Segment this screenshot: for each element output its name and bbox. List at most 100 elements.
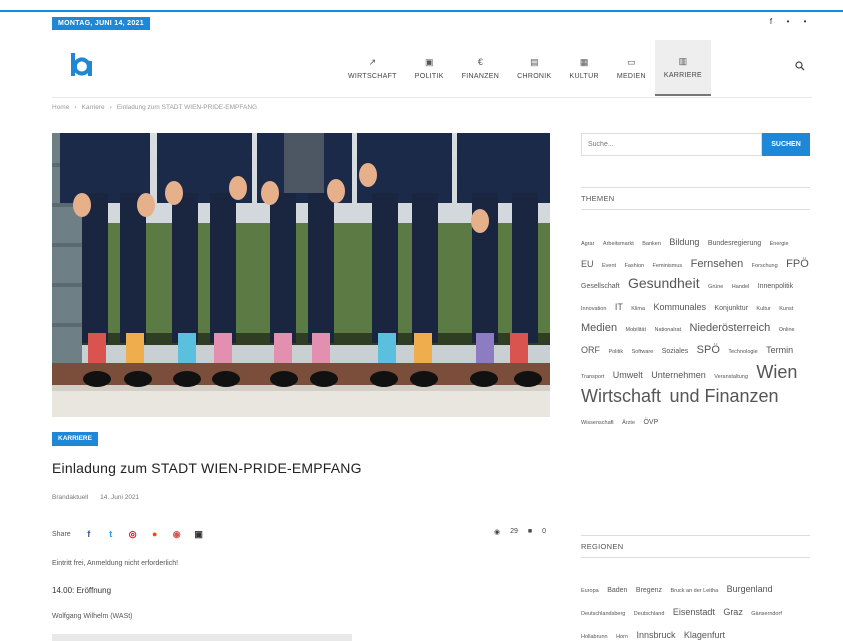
tag-link[interactable]: Agrar [581,241,594,247]
share-label: Share [52,530,71,538]
site-logo[interactable] [70,52,94,78]
tag-link[interactable]: Online [779,327,795,333]
nav-item-finanzen[interactable]: € FINANZEN [453,40,508,96]
facebook-share-icon[interactable]: f [83,528,95,540]
tag-link[interactable]: Technologie [728,349,757,355]
print-share-icon[interactable]: ▣ [193,528,205,540]
tag-link[interactable]: Arbeitsmarkt [603,241,634,247]
article-paragraph: 14.00: Eröffnung [52,586,112,595]
tag-link[interactable]: Niederösterreich [690,322,771,334]
tag-link[interactable]: SPÖ [697,344,720,356]
tag-link[interactable]: IT [615,302,623,312]
nav-item-wirtschaft[interactable]: ↗ WIRTSCHAFT [339,40,406,96]
tag-link[interactable]: Medien [581,322,617,334]
twitter-icon[interactable]: • [784,17,792,26]
region-link[interactable]: Hollabrunn [581,634,608,640]
sidebar-search-button[interactable]: SUCHEN [762,133,810,156]
nav-label: KARRIERE [663,72,703,79]
tag-link[interactable]: Kunst [779,306,793,312]
twitter-share-icon[interactable]: t [105,528,117,540]
tag-link[interactable]: Klima [631,306,645,312]
tag-link[interactable]: EU [581,259,594,269]
tag-link[interactable]: Innovation [581,306,606,312]
breadcrumb-category[interactable]: Karriere [82,104,105,111]
nav-item-politik[interactable]: ▣ POLITIK [406,40,453,96]
tag-link[interactable]: Unternehmen [651,370,706,380]
tag-link[interactable]: Wirtschaft [581,386,661,406]
sidebar-search-input[interactable] [581,133,762,156]
article-title: Einladung zum STADT WIEN-PRIDE-EMPFANG [52,460,362,476]
picture-icon: ▦ [579,57,589,67]
category-badge[interactable]: KARRIERE [52,432,98,446]
tag-link[interactable]: Feminismus [653,263,683,269]
tag-link[interactable]: ÖVP [643,419,658,426]
nav-item-kultur[interactable]: ▦ KULTUR [561,40,608,96]
tag-link[interactable]: Handel [732,284,749,290]
tag-link[interactable]: Gesundheit [628,275,700,291]
region-link[interactable]: Bregenz [636,587,662,594]
search-icon[interactable] [795,61,805,71]
tag-link[interactable]: Fernsehen [691,258,744,270]
breadcrumb-home[interactable]: Home [52,104,69,111]
tag-link[interactable]: Gesellschaft [581,283,620,290]
nav-label: FINANZEN [461,73,500,80]
tag-link[interactable]: FPÖ [786,258,809,270]
rss-icon[interactable]: • [801,17,809,26]
region-link[interactable]: Deutschlandsberg [581,611,625,617]
email-share-icon[interactable]: ◉ [171,528,183,540]
region-link[interactable]: Gänserndorf [751,611,782,617]
tag-link[interactable]: Bundesregierung [708,240,761,247]
pinterest-share-icon[interactable]: ◎ [127,528,139,540]
nav-item-medien[interactable]: ▭ MEDIEN [608,40,655,96]
tag-link[interactable]: Fashion [625,263,645,269]
tag-link[interactable]: Wien [756,362,797,382]
nav-item-chronik[interactable]: ▤ CHRONIK [508,40,560,96]
region-link[interactable]: Graz [723,607,743,617]
tag-link[interactable]: und Finanzen [669,386,778,406]
nav-label: KULTUR [569,73,599,80]
reddit-share-icon[interactable]: ● [149,528,161,540]
tag-link[interactable]: Innenpolitik [758,283,793,290]
region-link[interactable]: Bruck an der Leitha [670,588,718,594]
tag-link[interactable]: Software [632,349,654,355]
tag-link[interactable]: Termin [766,345,793,355]
nav-divider [52,97,812,98]
tag-link[interactable]: Bildung [669,237,699,247]
region-link[interactable]: Klagenfurt [684,630,725,640]
tag-link[interactable]: Veranstaltung [714,374,748,380]
tag-link[interactable]: Wissenschaft [581,420,614,426]
region-link[interactable]: Burgenland [727,584,773,594]
facebook-icon[interactable]: f [767,17,775,26]
article-stats: ◉ 29 ■ 0 [494,528,546,536]
tag-link[interactable]: Soziales [662,348,688,355]
author-name[interactable]: Brandaktuell [52,494,88,501]
tag-link[interactable]: Kultur [756,306,770,312]
tag-link[interactable]: Kommunales [654,302,707,312]
region-link[interactable]: Deutschland [634,611,665,617]
tag-link[interactable]: Banken [642,241,661,247]
tag-link[interactable]: Konjunktur [715,305,748,312]
tag-link[interactable]: Mobilität [626,327,646,333]
date-badge: MONTAG, JUNI 14, 2021 [52,17,150,30]
tag-link[interactable]: Politik [608,349,623,355]
region-link[interactable]: Eisenstadt [673,607,715,617]
tag-link[interactable]: Forschung [752,263,778,269]
tag-link[interactable]: Ärzte [622,420,635,426]
main-nav: ↗ WIRTSCHAFT ▣ POLITIK € FINANZEN ▤ CHRO… [339,40,712,96]
tag-link[interactable]: Energie [770,241,789,247]
region-link[interactable]: Innsbruck [636,630,675,640]
tag-link[interactable]: Transport [581,374,604,380]
nav-item-karriere[interactable]: ▥ KARRIERE [654,40,712,96]
region-link[interactable]: Baden [607,587,627,594]
region-cloud: Europa Baden Bregenz Bruck an der Leitha… [581,576,813,641]
tag-link[interactable]: Umwelt [613,370,643,380]
tag-link[interactable]: Nationalrat [654,327,681,333]
tag-cloud: Agrar Arbeitsmarkt Banken Bildung Bundes… [581,230,813,430]
region-link[interactable]: Horn [616,634,628,640]
euro-icon: € [477,57,483,67]
briefcase-icon: ▥ [678,56,688,66]
tag-link[interactable]: Event [602,263,616,269]
tag-link[interactable]: Grüne [708,284,723,290]
region-link[interactable]: Europa [581,588,599,594]
tag-link[interactable]: ORF [581,345,600,355]
